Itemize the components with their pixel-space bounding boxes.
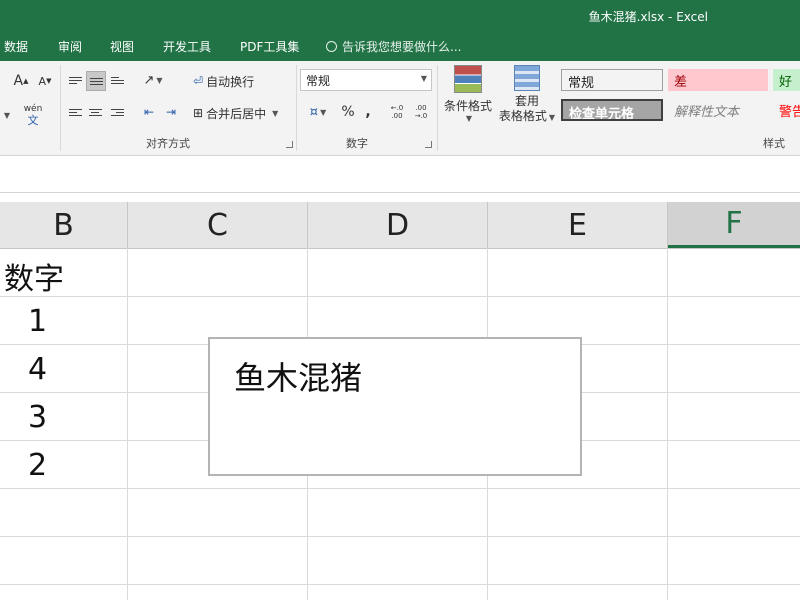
cell-style-check-cell[interactable]: 检查单元格 — [561, 99, 663, 121]
grid-line — [0, 536, 800, 537]
cell-b-header[interactable]: 数字 — [4, 254, 64, 298]
cell-style-warning[interactable]: 警告 — [773, 99, 800, 121]
font-dropdown-caret[interactable]: ▼ — [2, 105, 10, 125]
decrease-indent-icon[interactable]: ⇤ — [140, 103, 158, 121]
accounting-format-button[interactable]: ¤ ▼ — [304, 101, 332, 123]
grid-line — [0, 488, 800, 489]
tell-me-search[interactable]: 告诉我您想要做什么... — [326, 38, 461, 55]
cell-style-normal[interactable]: 常规 — [561, 69, 663, 91]
tab-view[interactable]: 视图 — [110, 38, 134, 55]
cell-style-bad[interactable]: 差 — [668, 69, 768, 91]
conditional-format-button[interactable]: 条件格式 ▼ — [441, 65, 495, 131]
text-box-shape[interactable]: 鱼木混猪 — [208, 337, 582, 476]
title-bar: 鱼木混猪.xlsx - Excel — [0, 0, 800, 33]
wrap-text-icon: ⏎ — [193, 74, 204, 88]
column-header-e[interactable]: E — [488, 202, 668, 248]
cell-b-value[interactable]: 4 — [28, 352, 47, 387]
grid-line — [667, 248, 668, 600]
alignment-group-label: 对齐方式 — [146, 137, 190, 150]
comma-style-button[interactable]: , — [362, 101, 374, 123]
lightbulb-icon — [326, 41, 337, 52]
tab-data[interactable]: 数据 — [4, 38, 28, 55]
tab-pdf-tools[interactable]: PDF工具集 — [240, 38, 299, 55]
number-group-label: 数字 — [346, 137, 368, 150]
cell-b-value[interactable]: 2 — [28, 448, 47, 483]
column-header-f[interactable]: F — [668, 202, 800, 248]
grow-font-button[interactable]: A ▲ — [12, 71, 30, 91]
cell-style-good[interactable]: 好 — [773, 69, 800, 91]
ribbon-tabs: 数据 审阅 视图 开发工具 PDF工具集 告诉我您想要做什么... — [0, 33, 800, 61]
phonetic-guide-button[interactable]: wén 文 — [22, 101, 44, 129]
column-header-d[interactable]: D — [308, 202, 488, 248]
column-header-b[interactable]: B — [0, 202, 128, 248]
increase-decimal-button[interactable]: ←.0 .00 — [387, 101, 407, 123]
merge-icon: ⊞ — [193, 106, 204, 120]
decrease-decimal-button[interactable]: .00 →.0 — [411, 101, 431, 123]
tab-developer[interactable]: 开发工具 — [163, 38, 211, 55]
tab-review[interactable]: 审阅 — [58, 38, 82, 55]
formula-bar-area — [0, 156, 800, 193]
tell-me-placeholder: 告诉我您想要做什么... — [342, 40, 462, 54]
conditional-format-icon — [454, 65, 482, 93]
text-box-content[interactable]: 鱼木混猪 — [234, 353, 362, 399]
grid-line — [0, 584, 800, 585]
grid-line — [127, 248, 128, 600]
alignment-dialog-launcher[interactable] — [286, 141, 293, 148]
window-title: 鱼木混猪.xlsx - Excel — [588, 10, 708, 24]
format-as-table-button[interactable]: 套用 表格格式 ▼ — [497, 65, 557, 131]
align-top-icon[interactable] — [66, 71, 84, 89]
orientation-icon[interactable]: ↗ ▼ — [140, 71, 166, 89]
currency-icon: ¤ — [309, 104, 319, 120]
group-separator — [296, 65, 297, 151]
shrink-font-button[interactable]: A ▼ — [36, 71, 54, 91]
table-format-icon — [514, 65, 540, 91]
column-header-c[interactable]: C — [128, 202, 308, 248]
ribbon: A ▲ A ▼ ▼ wén 文 ↗ ▼ ⇤ ⇥ ⏎ 自动换行 ⊞ 合并后居中 ▼ 对齐方式 … — [0, 61, 800, 156]
align-left-icon[interactable] — [66, 103, 84, 121]
styles-group-label: 样式 — [763, 137, 785, 150]
wrap-text-button[interactable]: ⏎ 自动换行 — [193, 71, 254, 91]
align-center-icon[interactable] — [86, 103, 104, 121]
cell-b-value[interactable]: 3 — [28, 400, 47, 435]
group-separator — [437, 65, 438, 151]
align-bottom-icon[interactable] — [108, 71, 126, 89]
number-dialog-launcher[interactable] — [425, 141, 432, 148]
align-right-icon[interactable] — [108, 103, 126, 121]
increase-indent-icon[interactable]: ⇥ — [162, 103, 180, 121]
merge-center-button[interactable]: ⊞ 合并后居中 ▼ — [193, 103, 278, 123]
cell-b-value[interactable]: 1 — [28, 304, 47, 339]
align-middle-icon[interactable] — [86, 71, 106, 91]
grid-line — [0, 296, 800, 297]
column-headers: B C D E F — [0, 202, 800, 249]
group-separator — [60, 65, 61, 151]
cell-style-explanatory[interactable]: 解释性文本 — [668, 99, 768, 121]
percent-style-button[interactable]: % — [340, 101, 356, 123]
number-format-select[interactable]: 常规 ▼ — [300, 69, 432, 91]
